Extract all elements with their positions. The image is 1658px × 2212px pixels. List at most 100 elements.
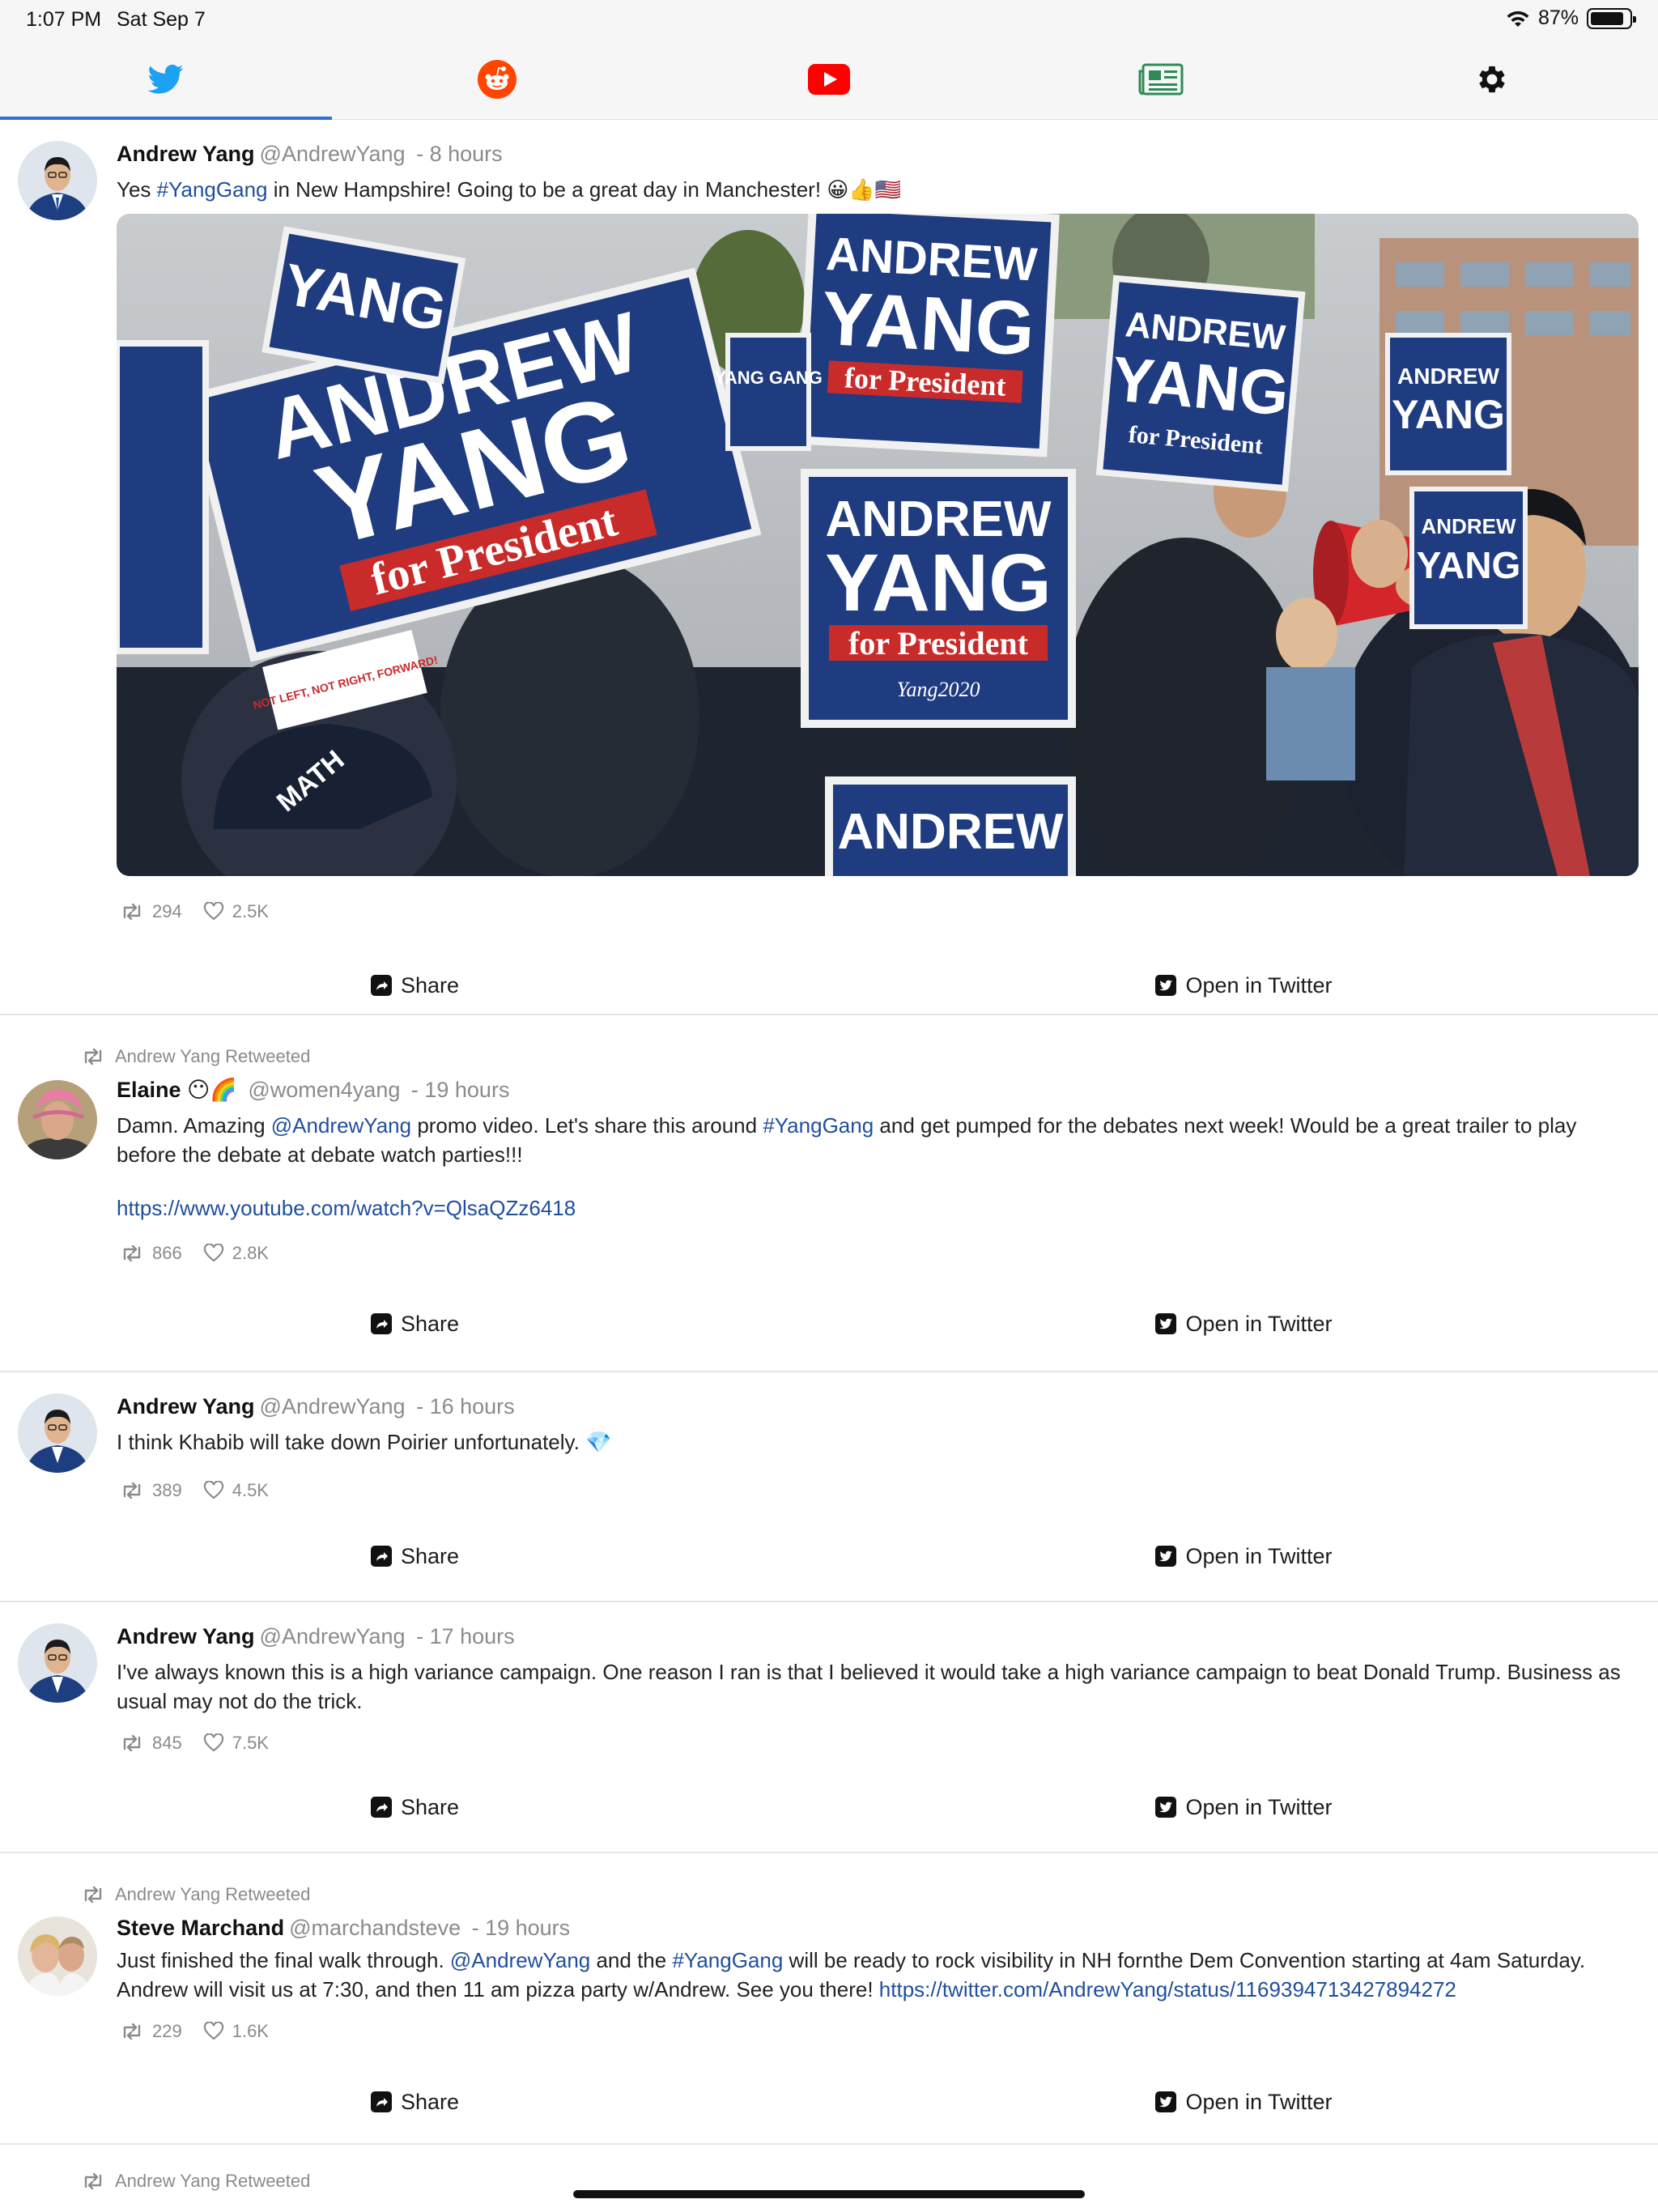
tab-reddit[interactable] — [332, 39, 664, 120]
share-button[interactable]: Share — [0, 973, 829, 998]
tweet-card[interactable]: Andrew Yang Retweeted — [0, 2145, 1658, 2210]
retweet-count[interactable]: 294 — [120, 901, 182, 922]
tweet-photo[interactable]: ANDREW YANG for President ANDREW YANG fo… — [117, 214, 1639, 876]
tweet-card[interactable]: Andrew Yang Retweeted Steve Marchand @mar… — [0, 1853, 1658, 2145]
avatar[interactable] — [18, 1393, 97, 1473]
retweet-icon — [84, 1886, 102, 1904]
sign-text: YANG — [820, 275, 1037, 372]
sign-text: YANG — [1392, 392, 1505, 437]
status-bar: 1:07 PM Sat Sep 7 87% — [0, 0, 1658, 39]
retweet-count[interactable]: 866 — [120, 1243, 182, 1264]
avatar[interactable] — [18, 1080, 97, 1159]
tweet-card[interactable]: Andrew Yang @AndrewYang - 16 hours I thin… — [0, 1372, 1658, 1602]
retweet-icon — [123, 2023, 141, 2040]
tweet-feed[interactable]: Andrew Yang @AndrewYang - 8 hours Yes #Ya… — [0, 120, 1658, 2210]
url-link[interactable]: https://www.youtube.com/watch?v=QlsaQZz6… — [117, 1193, 1639, 1223]
tab-twitter[interactable] — [0, 39, 332, 120]
open-in-twitter-button[interactable]: Open in Twitter — [829, 1312, 1658, 1337]
twitter-square-icon — [1155, 1797, 1177, 1818]
battery-percent: 87% — [1537, 6, 1579, 29]
retweet-count[interactable]: 229 — [120, 2021, 182, 2042]
like-count[interactable]: 4.5K — [203, 1480, 269, 1501]
like-count[interactable]: 1.6K — [203, 2021, 269, 2042]
avatar[interactable] — [18, 141, 97, 220]
url-link[interactable]: https://twitter.com/AndrewYang/status/11… — [879, 1977, 1456, 2001]
tab-news[interactable] — [995, 39, 1327, 120]
tweet-header: Andrew Yang @AndrewYang - 16 hours — [117, 1390, 1639, 1423]
retweet-icon — [123, 1734, 141, 1752]
tweet-card[interactable]: Andrew Yang Retweeted Elaine 😶🌈 @women4y… — [0, 1015, 1658, 1372]
tweet-text: Yes #YangGang in New Hampshire! Going to… — [117, 177, 902, 202]
battery-icon — [1587, 7, 1636, 29]
share-button[interactable]: Share — [0, 2090, 829, 2115]
tab-youtube[interactable] — [663, 39, 995, 120]
heart-icon — [203, 1733, 223, 1752]
retweet-icon — [123, 1482, 141, 1499]
author-handle[interactable]: @marchandsteve — [289, 1916, 461, 1940]
home-indicator[interactable] — [573, 2190, 1085, 2198]
tweet-actions: Share Open in Twitter — [0, 1774, 1658, 1840]
author-handle[interactable]: @AndrewYang — [260, 1624, 406, 1648]
author-name[interactable]: Andrew Yang — [117, 142, 255, 166]
mention-link[interactable]: @AndrewYang — [450, 1948, 590, 1972]
author-handle[interactable]: @AndrewYang — [260, 142, 406, 166]
mention-link[interactable]: @AndrewYang — [271, 1113, 411, 1138]
like-count[interactable]: 2.5K — [203, 901, 269, 922]
wifi-icon — [1507, 11, 1529, 27]
avatar[interactable] — [18, 1916, 97, 1996]
twitter-square-icon — [1155, 2091, 1177, 2112]
heart-icon — [203, 1244, 223, 1262]
open-in-twitter-button[interactable]: Open in Twitter — [829, 2090, 1658, 2115]
tweet-stats: 294 2.5K — [120, 895, 1639, 928]
sign-text: Yang2020 — [896, 678, 980, 701]
share-icon — [370, 975, 392, 996]
author-name[interactable]: Andrew Yang — [117, 1394, 255, 1419]
like-count[interactable]: 2.8K — [203, 1243, 269, 1264]
status-date: Sat Sep 7 — [117, 8, 206, 31]
open-in-twitter-button[interactable]: Open in Twitter — [829, 1544, 1658, 1569]
open-in-twitter-button[interactable]: Open in Twitter — [829, 973, 1658, 998]
hashtag-link[interactable]: #YangGang — [763, 1113, 874, 1138]
open-in-twitter-button[interactable]: Open in Twitter — [829, 1795, 1658, 1820]
author-handle[interactable]: @women4yang — [248, 1078, 400, 1102]
tab-settings[interactable] — [1326, 39, 1658, 120]
sign-text: YANG — [825, 538, 1052, 628]
author-name[interactable]: Steve Marchand — [117, 1916, 284, 1940]
retweet-count[interactable]: 845 — [120, 1733, 182, 1754]
retweet-count[interactable]: 389 — [120, 1480, 182, 1501]
tweet-stats: 866 2.8K — [120, 1237, 1639, 1270]
tweet-card[interactable]: Andrew Yang @AndrewYang - 8 hours Yes #Ya… — [0, 120, 1658, 1015]
heart-icon — [203, 2022, 223, 2040]
author-name[interactable]: Andrew Yang — [117, 1624, 255, 1648]
tweet-time: - 8 hours — [416, 142, 503, 166]
twitter-square-icon — [1155, 1546, 1177, 1567]
tweet-header: Andrew Yang @AndrewYang - 8 hours — [117, 138, 1639, 170]
avatar[interactable] — [18, 1623, 97, 1703]
tweet-text: Damn. Amazing @AndrewYang promo video. L… — [117, 1113, 1577, 1167]
retweeted-by: Andrew Yang Retweeted — [81, 1043, 1658, 1070]
tweet-card[interactable]: Andrew Yang @AndrewYang - 17 hours I've a… — [0, 1602, 1658, 1853]
hashtag-link[interactable]: #YangGang — [672, 1948, 783, 1972]
retweet-icon — [84, 2172, 102, 2190]
sign-text: ANDREW — [838, 804, 1064, 860]
share-button[interactable]: Share — [0, 1312, 829, 1337]
tweet-time: - 19 hours — [410, 1078, 510, 1102]
share-icon — [370, 1313, 392, 1334]
share-icon — [370, 1797, 392, 1818]
like-count[interactable]: 7.5K — [203, 1733, 269, 1754]
share-icon — [370, 2091, 392, 2112]
tweet-text: Just finished the final walk through. @A… — [117, 1948, 1586, 2001]
share-button[interactable]: Share — [0, 1795, 829, 1820]
tweet-actions: Share Open in Twitter — [0, 1523, 1658, 1589]
twitter-square-icon — [1155, 975, 1177, 996]
share-button[interactable]: Share — [0, 1544, 829, 1569]
twitter-square-icon — [1155, 1313, 1177, 1334]
hashtag-link[interactable]: #YangGang — [157, 177, 268, 202]
reddit-icon — [478, 60, 517, 99]
retweet-icon — [84, 1048, 102, 1066]
author-handle[interactable]: @AndrewYang — [260, 1394, 406, 1419]
sign-text: for President — [848, 625, 1028, 661]
tweet-stats: 229 1.6K — [120, 2015, 1639, 2048]
author-name[interactable]: Elaine — [117, 1078, 181, 1102]
retweet-icon — [123, 1244, 141, 1262]
